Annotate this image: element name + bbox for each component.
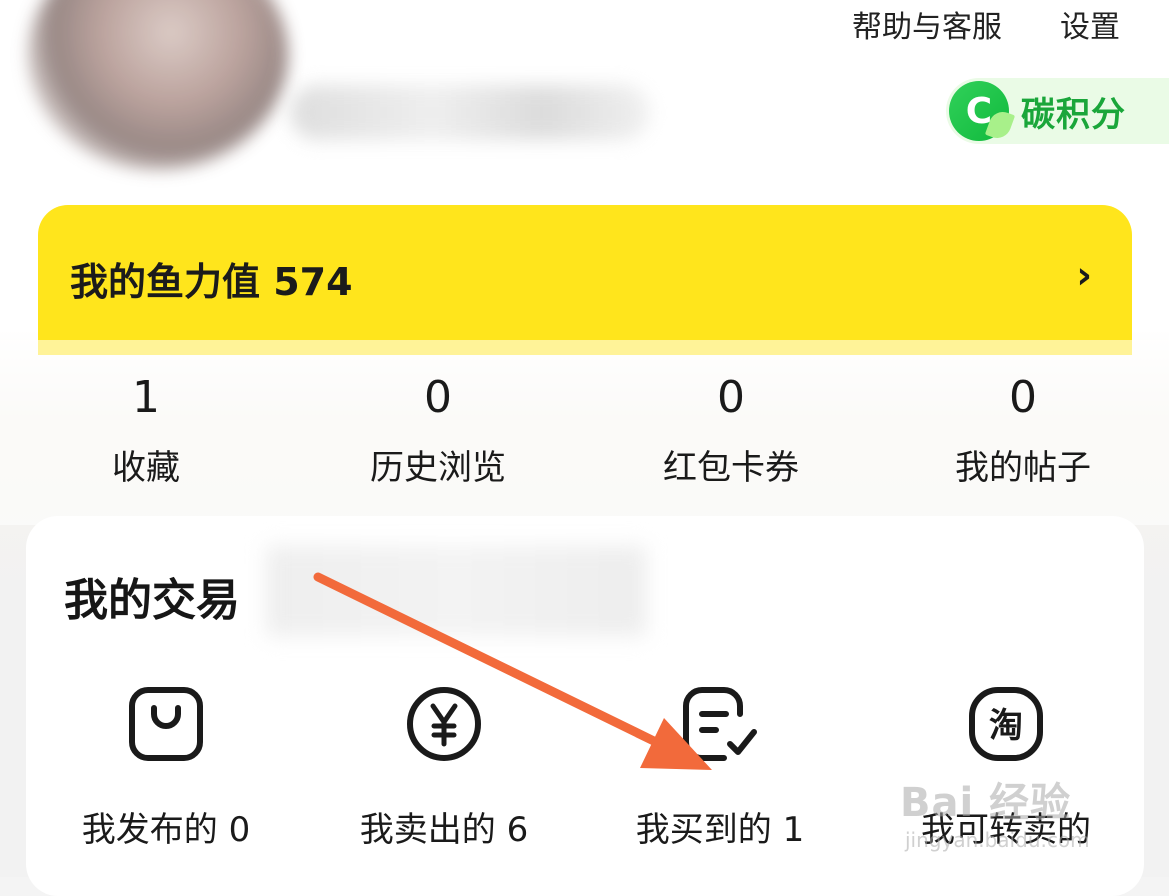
taobao-icon: 淘	[969, 687, 1043, 761]
watermark-logo: Bai 经验	[900, 780, 1072, 826]
stat-label: 历史浏览	[370, 448, 506, 488]
stat-history[interactable]: 0 历史浏览	[318, 376, 558, 489]
order-check-icon	[683, 687, 757, 761]
nickname-blurred	[290, 85, 650, 140]
stats-row: 1 收藏 0 历史浏览 0 红包卡券 0 我的帖子	[0, 340, 1169, 525]
stat-value: 0	[1009, 372, 1037, 423]
fish-power-label: 我的鱼力值 574	[70, 260, 353, 304]
my-sold-button[interactable]: 我卖出的 6	[324, 684, 564, 851]
my-bought-label: 我买到的 1	[635, 810, 805, 850]
chevron-right-icon: ›	[1076, 253, 1092, 297]
svg-text:淘: 淘	[989, 706, 1023, 746]
carbon-points-button[interactable]: C 碳积分	[946, 78, 1169, 144]
stat-label: 收藏	[112, 448, 180, 488]
stat-favorites[interactable]: 1 收藏	[26, 376, 266, 489]
stat-posts[interactable]: 0 我的帖子	[903, 376, 1143, 489]
watermark-url: jingyan.baidu.com	[905, 828, 1090, 852]
stat-coupons[interactable]: 0 红包卡券	[611, 376, 851, 489]
title-blurred-area	[266, 546, 646, 636]
my-sold-label: 我卖出的 6	[359, 810, 529, 850]
my-trades-title: 我的交易	[64, 564, 248, 628]
carbon-c-icon: C	[949, 81, 1009, 141]
help-service-link[interactable]: 帮助与客服	[852, 2, 1002, 46]
yen-coin-icon	[407, 687, 481, 761]
carbon-points-label: 碳积分	[1021, 94, 1126, 135]
fish-power-card[interactable]: 我的鱼力值 574 ›	[38, 205, 1132, 355]
stat-label: 红包卡券	[663, 448, 799, 488]
settings-link[interactable]: 设置	[1060, 2, 1120, 46]
my-bought-button[interactable]: 我买到的 1	[600, 684, 840, 851]
my-published-label: 我发布的 0	[81, 810, 251, 850]
stat-value: 0	[424, 372, 452, 423]
shopping-bag-icon	[129, 687, 203, 761]
my-published-button[interactable]: 我发布的 0	[46, 684, 286, 851]
stat-label: 我的帖子	[955, 448, 1091, 488]
stat-value: 1	[132, 372, 160, 423]
stat-value: 0	[717, 372, 745, 423]
